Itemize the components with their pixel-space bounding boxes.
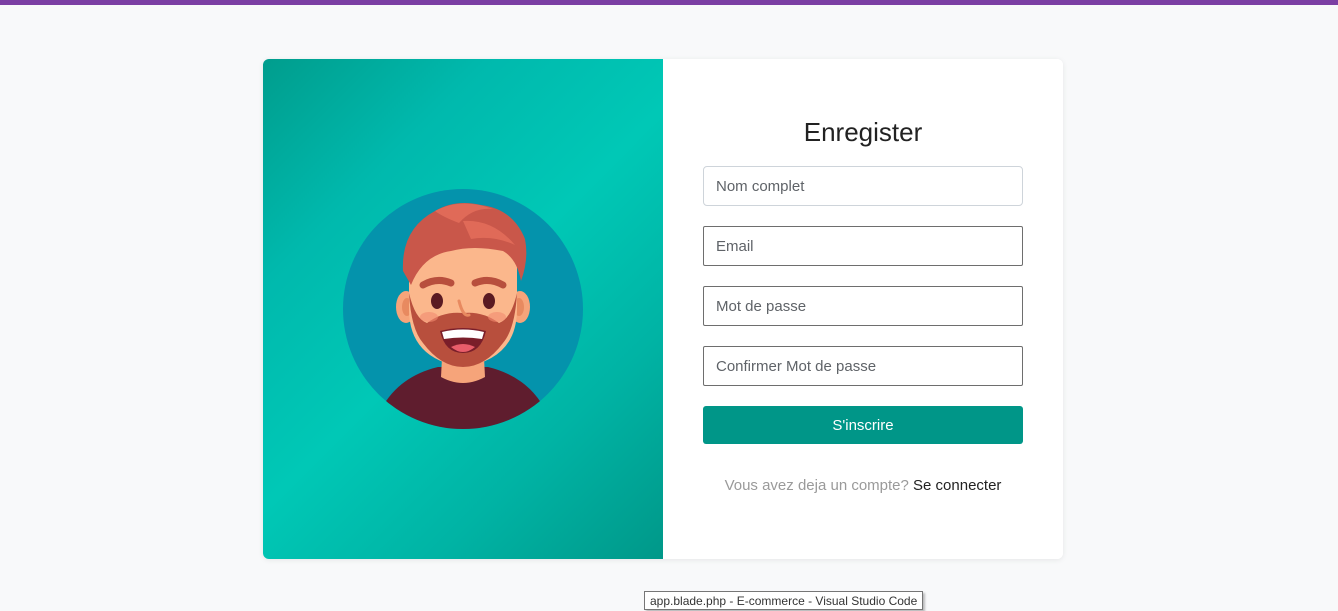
register-form-panel: Enregister S'inscrire Vous avez deja un … — [663, 59, 1063, 559]
confirm-password-input[interactable] — [703, 346, 1023, 386]
login-prompt-row: Vous avez deja un compte? Se connecter — [663, 477, 1063, 494]
form-title: Enregister — [803, 117, 923, 147]
register-card: Enregister S'inscrire Vous avez deja un … — [263, 59, 1063, 559]
top-accent-bar — [0, 0, 1338, 5]
login-prompt-text: Vous avez deja un compte? — [724, 477, 909, 494]
email-input[interactable] — [703, 226, 1023, 266]
taskbar-tooltip: app.blade.php - E-commerce - Visual Stud… — [644, 591, 924, 610]
user-avatar-illustration — [343, 189, 583, 429]
password-input[interactable] — [703, 286, 1023, 326]
register-button[interactable]: S'inscrire — [703, 406, 1023, 444]
full-name-input[interactable] — [703, 166, 1023, 206]
illustration-panel — [263, 59, 663, 559]
login-link[interactable]: Se connecter — [913, 477, 1001, 494]
